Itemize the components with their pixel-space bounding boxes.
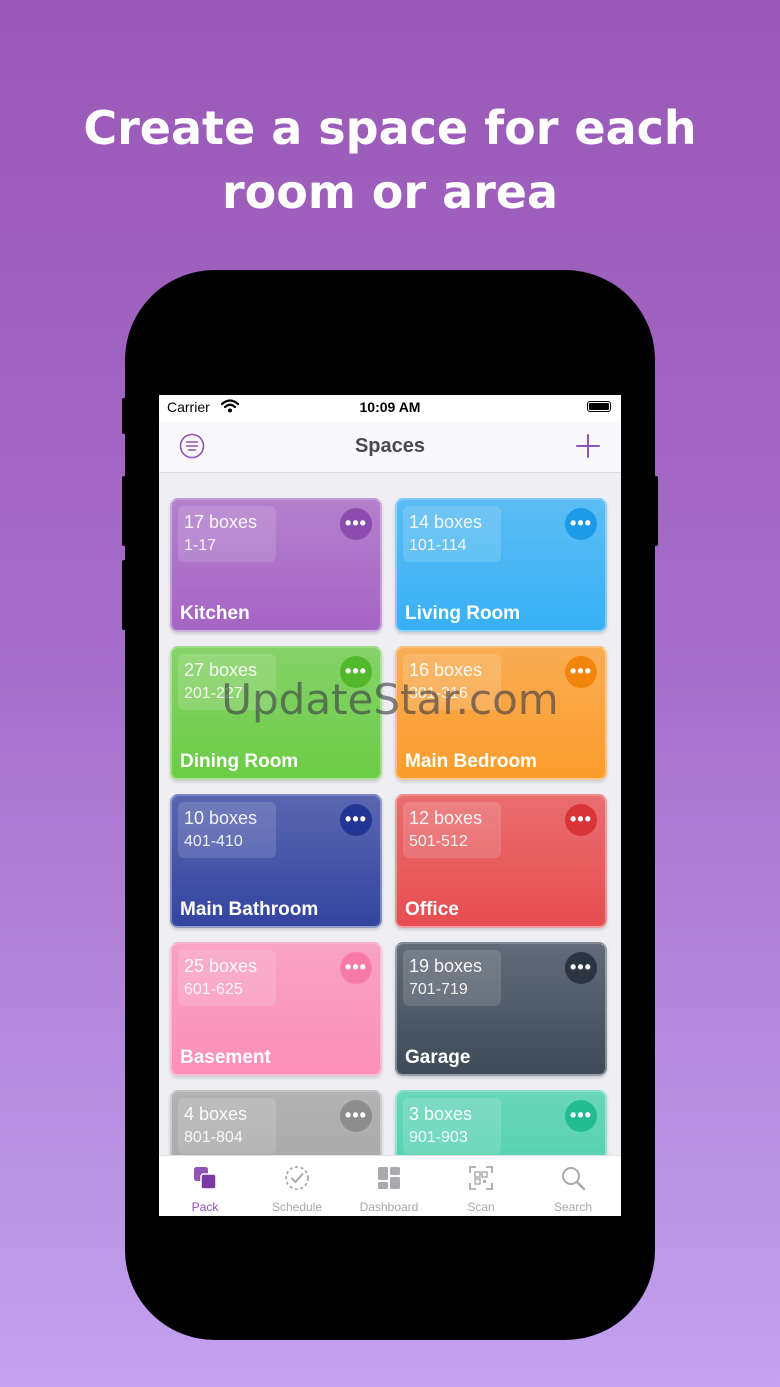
- space-box-range: 401-410: [184, 833, 243, 850]
- space-box-count: 10 boxes: [184, 808, 258, 828]
- space-box-count: 12 boxes: [409, 808, 483, 828]
- more-options-button[interactable]: •••: [565, 952, 597, 984]
- space-box-count: 4 boxes: [184, 1104, 248, 1124]
- schedule-icon: [285, 1166, 309, 1190]
- more-options-button[interactable]: •••: [340, 1100, 372, 1132]
- tab-label: Pack: [191, 1200, 219, 1214]
- tab-label: Search: [553, 1200, 593, 1214]
- qr-scan-icon: [469, 1166, 493, 1190]
- tab-bar: Pack Schedule Dashboard Scan Search: [159, 1155, 621, 1216]
- power-button: [654, 476, 658, 546]
- space-card[interactable]: 19 boxes 701-719 Garage •••: [395, 942, 607, 1076]
- battery-icon: [587, 401, 611, 412]
- more-options-button[interactable]: •••: [565, 804, 597, 836]
- status-time: 10:09 AM: [359, 399, 421, 415]
- headline-line-2: room or area: [221, 165, 559, 219]
- space-box-range: 101-114: [409, 537, 467, 554]
- silent-switch: [122, 398, 126, 434]
- space-box-count: 3 boxes: [409, 1104, 473, 1124]
- status-bar: Carrier 10:09 AM: [159, 395, 621, 421]
- volume-down-button: [122, 560, 126, 630]
- space-card[interactable]: 14 boxes 101-114 Living Room •••: [395, 498, 607, 632]
- page-title: Spaces: [354, 435, 426, 457]
- tab-label: Dashboard: [359, 1200, 419, 1214]
- tab-pack[interactable]: Pack: [159, 1156, 251, 1216]
- headline-line-1: Create a space for each: [83, 101, 697, 155]
- tab-scan[interactable]: Scan: [435, 1156, 527, 1216]
- tab-search[interactable]: Search: [527, 1156, 619, 1216]
- volume-up-button: [122, 476, 126, 546]
- pack-icon: [194, 1167, 217, 1190]
- headline: Create a space for each room or area: [0, 96, 780, 224]
- space-box-range: 1-17: [184, 537, 217, 554]
- tab-schedule[interactable]: Schedule: [251, 1156, 343, 1216]
- space-name: Basement: [180, 1047, 271, 1068]
- space-card[interactable]: 4 boxes 801-804 •••: [170, 1090, 382, 1155]
- more-options-button[interactable]: •••: [565, 508, 597, 540]
- space-box-count: 19 boxes: [409, 956, 483, 976]
- spaces-grid: 17 boxes 1-17 Kitchen ••• 14 boxes 101-1…: [159, 472, 621, 1155]
- more-options-button[interactable]: •••: [340, 508, 372, 540]
- navigation-bar: Spaces: [159, 421, 621, 473]
- space-name: Dining Room: [180, 751, 299, 772]
- space-box-range: 901-903: [409, 1129, 468, 1146]
- space-name: Main Bathroom: [180, 899, 319, 920]
- space-name: Garage: [405, 1047, 471, 1068]
- space-box-count: 14 boxes: [409, 512, 483, 532]
- more-options-button[interactable]: •••: [340, 952, 372, 984]
- space-box-range: 501-512: [409, 833, 468, 850]
- search-icon: [562, 1167, 586, 1191]
- phone-screen: Carrier 10:09 AM Spaces 17 boxes 1-17 Ki…: [159, 395, 621, 1216]
- space-card[interactable]: 3 boxes 901-903 •••: [395, 1090, 607, 1155]
- watermark-text: UpdateStar.com: [221, 675, 559, 724]
- more-options-button[interactable]: •••: [565, 1100, 597, 1132]
- space-box-count: 25 boxes: [184, 956, 258, 976]
- space-box-count: 17 boxes: [184, 512, 258, 532]
- space-box-range: 801-804: [184, 1129, 243, 1146]
- plus-icon[interactable]: [575, 433, 601, 459]
- space-card[interactable]: 25 boxes 601-625 Basement •••: [170, 942, 382, 1076]
- space-name: Office: [405, 899, 459, 920]
- more-options-button[interactable]: •••: [340, 804, 372, 836]
- space-name: Main Bedroom: [405, 751, 537, 772]
- tab-dashboard[interactable]: Dashboard: [343, 1156, 435, 1216]
- space-name: Kitchen: [180, 603, 250, 624]
- dashboard-icon: [378, 1167, 400, 1189]
- space-card[interactable]: 12 boxes 501-512 Office •••: [395, 794, 607, 928]
- tab-label: Schedule: [271, 1200, 323, 1214]
- space-box-range: 601-625: [184, 981, 243, 998]
- space-card[interactable]: 17 boxes 1-17 Kitchen •••: [170, 498, 382, 632]
- space-card[interactable]: 10 boxes 401-410 Main Bathroom •••: [170, 794, 382, 928]
- tab-label: Scan: [467, 1200, 495, 1214]
- space-box-range: 701-719: [409, 981, 468, 998]
- space-name: Living Room: [405, 603, 521, 624]
